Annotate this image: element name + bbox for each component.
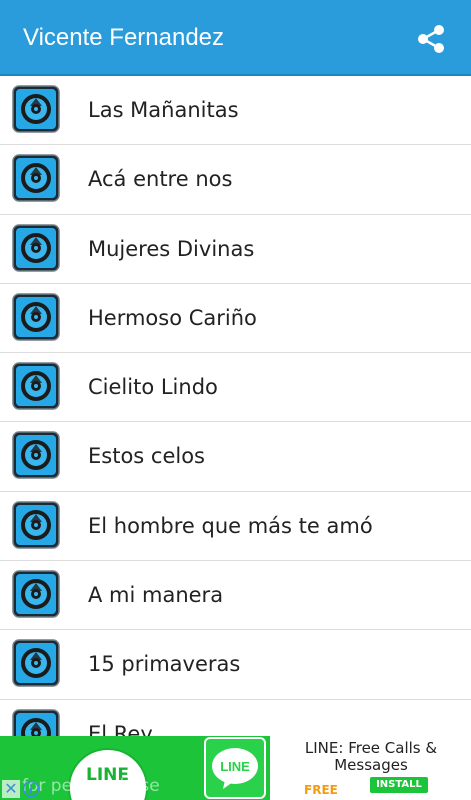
ad-brand-logo-text: LINE (220, 759, 250, 774)
music-disc-icon (12, 639, 60, 688)
share-icon (418, 25, 444, 53)
song-row[interactable]: Las Mañanitas (0, 76, 471, 146)
song-title: Mujeres Divinas (88, 236, 255, 261)
song-row[interactable]: El hombre que más te amó (0, 492, 471, 562)
song-row[interactable]: 15 primaveras (0, 630, 471, 700)
ad-info-icon[interactable] (22, 780, 40, 798)
song-title: El Rey (88, 721, 153, 736)
ad-overlay-text: for personal use (22, 776, 160, 796)
ad-install-button[interactable]: INSTALL (370, 777, 428, 793)
song-title: Estos celos (88, 444, 205, 469)
song-row[interactable]: Cielito Lindo (0, 353, 471, 423)
song-row[interactable]: Estos celos (0, 422, 471, 492)
song-row[interactable]: Hermoso Cariño (0, 284, 471, 354)
app-bar: Vicente Fernandez (0, 0, 471, 76)
song-title: El hombre que más te amó (88, 513, 373, 538)
song-row[interactable]: Mujeres Divinas (0, 215, 471, 284)
ad-app-icon[interactable]: LINE (204, 737, 266, 799)
song-title: 15 primaveras (88, 652, 241, 677)
app-title: Vicente Fernandez (23, 24, 225, 51)
music-disc-icon (12, 293, 60, 341)
share-button[interactable] (412, 20, 450, 58)
song-title: Hermoso Cariño (88, 305, 257, 330)
ad-title: LINE: Free Calls & Messages (304, 739, 438, 774)
music-disc-icon (12, 431, 60, 480)
song-row[interactable]: Acá entre nos (0, 145, 471, 215)
music-disc-icon (12, 362, 60, 410)
song-row[interactable]: El Rey (0, 700, 471, 736)
music-disc-icon (12, 223, 60, 272)
song-list: Las Mañanitas Acá entre nos Mujeres Divina… (0, 76, 471, 736)
song-title: Las Mañanitas (88, 98, 239, 122)
ad-close-icon[interactable]: ✕ (2, 780, 20, 798)
ad-price: FREE (304, 783, 338, 797)
song-title: Acá entre nos (88, 167, 233, 192)
song-title: Cielito Lindo (88, 375, 218, 400)
music-disc-icon (12, 85, 60, 133)
song-title: A mi manera (88, 583, 224, 608)
music-disc-icon (12, 501, 60, 549)
line-logo-icon: LINE (212, 748, 258, 789)
music-disc-icon (12, 570, 60, 618)
music-disc-icon (12, 154, 60, 203)
ad-banner[interactable]: LINE for personal use ✕ LINE LINE: Free … (0, 736, 471, 800)
song-row[interactable]: A mi manera (0, 561, 471, 631)
music-disc-icon (12, 708, 60, 736)
